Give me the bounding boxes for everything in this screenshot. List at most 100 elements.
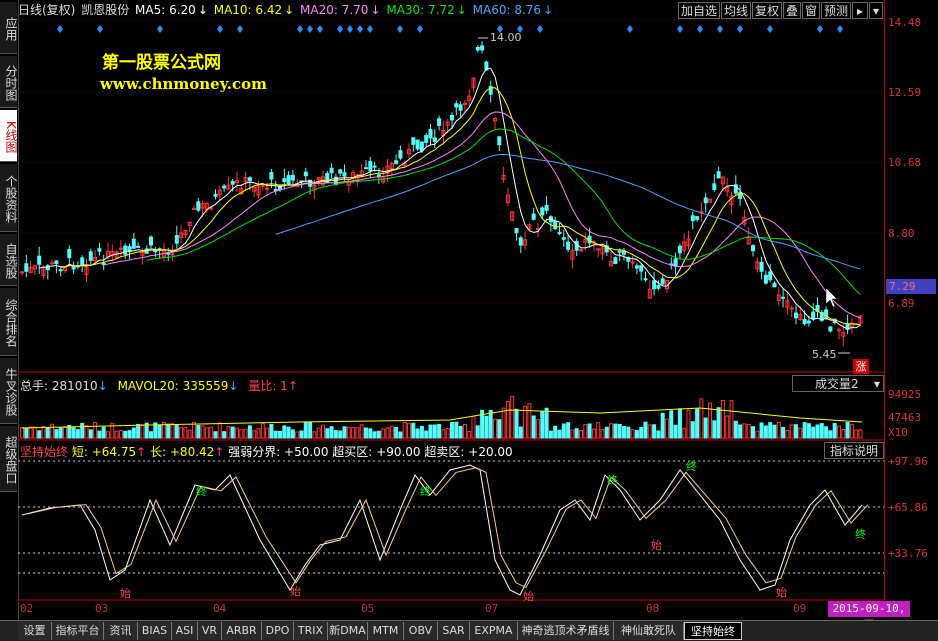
candle [80, 257, 85, 266]
volume-bar [424, 430, 429, 439]
volume-bar [484, 415, 489, 439]
candle [806, 320, 811, 324]
volume-bar [574, 428, 579, 439]
volume-bar [441, 429, 446, 439]
candle [286, 175, 291, 185]
bottom-tab[interactable]: EXPMA [470, 622, 518, 640]
volume-bar [570, 429, 575, 439]
candle [37, 255, 42, 265]
candle [759, 261, 764, 272]
candle [656, 285, 661, 289]
bottom-tab[interactable]: 神仙敢死队 [614, 622, 684, 640]
volume-bar [252, 430, 257, 439]
volume-bar [729, 400, 734, 439]
candle [454, 103, 459, 108]
volume-bar [174, 424, 179, 439]
signal-diamond [417, 25, 423, 33]
volume-bar [437, 423, 442, 439]
volume-bar [101, 426, 106, 439]
bottom-tab[interactable]: ARBR [222, 622, 262, 640]
volume-bar [544, 407, 549, 439]
candle [411, 137, 416, 145]
signal-mark-bottom: 始 [523, 589, 534, 603]
candle [703, 197, 708, 204]
candle [192, 207, 196, 210]
bottom-tab[interactable]: 新DMA [328, 622, 368, 640]
volume-bar [187, 429, 192, 439]
volume-bar [239, 429, 244, 439]
volume-bar [665, 418, 669, 439]
volume-bar [273, 430, 278, 439]
bottom-tab[interactable]: SAR [438, 622, 470, 640]
signal-mark-bottom: 始 [290, 584, 301, 598]
candle [716, 171, 721, 179]
bottom-tab[interactable]: MTM [368, 622, 404, 640]
candle [824, 309, 829, 320]
bottom-indicator-tabs: 设置 指标平台 资讯 BIAS ASI VR ARBR DPO TRIX 新DMA MTM OBV SA… [0, 620, 938, 641]
volume-bar [54, 429, 59, 439]
volume-bar [226, 426, 231, 439]
signal-diamond [627, 25, 633, 33]
volume-bar [166, 423, 171, 439]
candle [424, 135, 429, 143]
volume-bar [497, 419, 502, 439]
volume-bar [376, 430, 381, 439]
candle [690, 215, 695, 222]
bottom-tab[interactable]: 资讯 [104, 622, 138, 640]
volume-bar [321, 424, 325, 439]
bottom-tab[interactable]: DPO [262, 622, 294, 640]
volume-bar [553, 425, 558, 439]
volume-bar [411, 422, 416, 439]
volume-bar [596, 422, 601, 439]
candle [342, 172, 347, 177]
volume-bar [394, 427, 399, 439]
volume-bar [28, 426, 33, 439]
candle [518, 237, 523, 246]
candle [763, 274, 768, 284]
bottom-tab[interactable]: BIAS [138, 622, 172, 640]
bottom-tab[interactable]: ASI [172, 622, 198, 640]
signal-diamond [767, 25, 773, 33]
volume-bar [841, 429, 846, 439]
volume-bar [751, 426, 755, 439]
candle [630, 261, 635, 264]
volume-bar [583, 424, 588, 439]
bottom-tab[interactable]: VR [198, 622, 222, 640]
signal-diamond [297, 25, 303, 33]
volume-bar [114, 430, 119, 439]
volume-bar [131, 427, 136, 439]
volume-bar [849, 423, 854, 439]
volume-bar [703, 417, 708, 439]
volume-bar [763, 425, 768, 439]
volume-bar [789, 424, 794, 439]
candle [303, 171, 308, 177]
volume-bar [837, 425, 841, 439]
volume-bar [733, 420, 738, 439]
candle [781, 296, 786, 299]
candle [768, 271, 773, 281]
volume-bar [819, 423, 824, 439]
candle [24, 263, 29, 272]
volume-bar [170, 423, 175, 439]
volume-bar [217, 422, 222, 439]
volume-bar [359, 424, 364, 439]
volume-bar [381, 428, 386, 439]
volume-bar [845, 422, 850, 439]
candle [828, 326, 833, 332]
bottom-tab[interactable]: OBV [404, 622, 438, 640]
bottom-tab[interactable]: 设置 [18, 622, 52, 640]
bottom-tab[interactable]: 指标平台 [52, 622, 104, 640]
kline-chart-area[interactable]: 始始始始始终 终终终终 [0, 0, 938, 620]
bottom-tab[interactable]: 坚持始终 [684, 622, 742, 640]
volume-bar [97, 430, 102, 439]
volume-bar [136, 423, 141, 439]
candle [196, 201, 201, 211]
volume-bar [308, 421, 313, 439]
bottom-tab[interactable]: 神奇逃顶术矛盾线 [518, 622, 614, 640]
candle [50, 262, 55, 265]
volume-bar [695, 408, 700, 439]
bottom-tab[interactable]: TRIX [294, 622, 328, 640]
candle [415, 139, 420, 150]
signal-diamond [157, 25, 163, 33]
volume-bar [776, 421, 781, 439]
